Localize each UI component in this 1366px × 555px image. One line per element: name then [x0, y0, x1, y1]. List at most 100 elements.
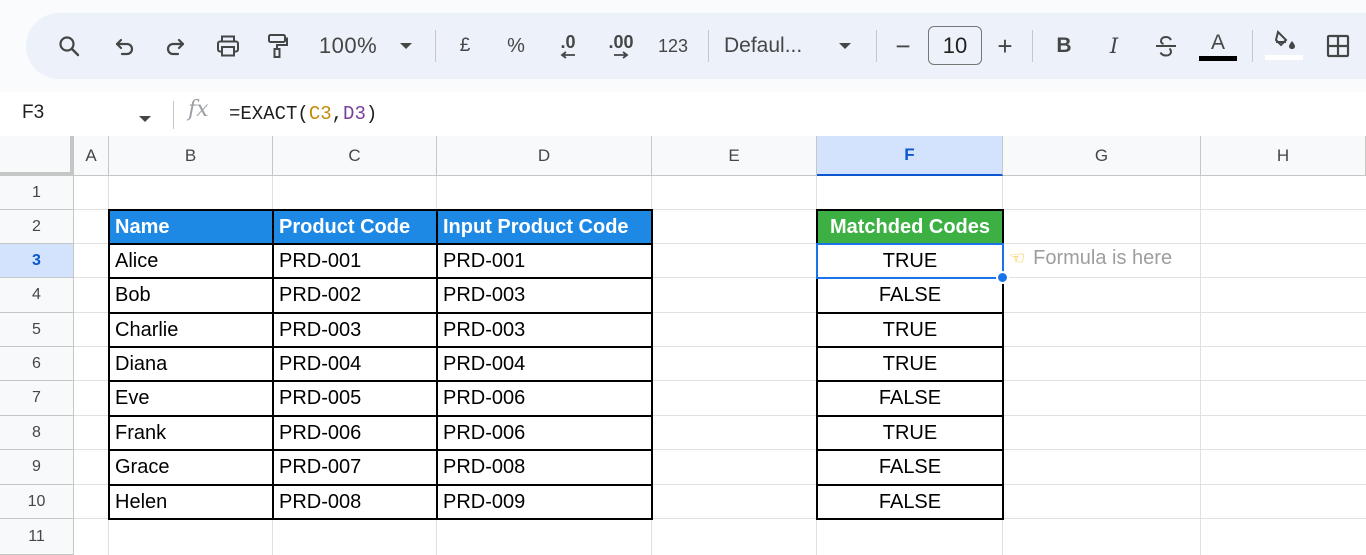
row-header-9[interactable]: 9: [0, 450, 74, 485]
table-cell[interactable]: PRD-003: [273, 313, 437, 347]
table-cell[interactable]: Alice: [109, 244, 273, 278]
table-cell[interactable]: Eve: [109, 381, 273, 416]
increase-decimal-label: .00: [608, 32, 634, 52]
result-cell[interactable]: TRUE: [817, 313, 1003, 347]
paint-format-icon[interactable]: [260, 28, 294, 64]
column-header-f[interactable]: F: [817, 136, 1003, 176]
result-cell[interactable]: TRUE: [817, 244, 1003, 278]
spreadsheet-grid[interactable]: A B C D E F G H 1 2 3 4 5 6 7 8 9 10 11 Name Product Code Inp…: [0, 136, 1366, 555]
decrease-font-size-button[interactable]: −: [888, 30, 918, 62]
table-cell[interactable]: PRD-003: [437, 278, 652, 313]
undo-icon[interactable]: [108, 30, 142, 62]
italic-button[interactable]: I: [1098, 30, 1130, 62]
result-cell[interactable]: TRUE: [817, 416, 1003, 450]
table-cell[interactable]: PRD-004: [273, 347, 437, 381]
search-icon[interactable]: [52, 30, 86, 62]
row-header-10[interactable]: 10: [0, 485, 74, 519]
table-cell[interactable]: Helen: [109, 485, 273, 519]
column-header-e[interactable]: E: [652, 136, 817, 176]
column-header-g[interactable]: G: [1003, 136, 1201, 176]
column-header-c[interactable]: C: [273, 136, 437, 176]
fill-handle[interactable]: [996, 271, 1009, 284]
font-family-select[interactable]: Defaul...: [724, 30, 824, 62]
result-header-cell[interactable]: Matchded Codes: [817, 210, 1003, 244]
table-cell[interactable]: PRD-008: [437, 450, 652, 485]
result-divider: [817, 312, 1003, 314]
result-cell[interactable]: FALSE: [817, 381, 1003, 416]
table-cell[interactable]: PRD-002: [273, 278, 437, 313]
grid-line-vertical: [1200, 176, 1201, 555]
fill-color-icon[interactable]: [1264, 26, 1304, 64]
table-cell[interactable]: Frank: [109, 416, 273, 450]
formula-bar-divider: [173, 101, 174, 129]
column-header-d[interactable]: D: [437, 136, 652, 176]
name-box[interactable]: F3: [22, 102, 44, 124]
toolbar-divider: [876, 30, 877, 62]
result-cell[interactable]: FALSE: [817, 450, 1003, 485]
formula-note-text: Formula is here: [1033, 247, 1173, 269]
column-header-a[interactable]: A: [74, 136, 109, 176]
row-header-4[interactable]: 4: [0, 278, 74, 313]
formula-ref-d3: D3: [343, 103, 366, 125]
increase-decimal-button[interactable]: .00: [600, 26, 642, 66]
table-cell[interactable]: Diana: [109, 347, 273, 381]
font-size-input[interactable]: 10: [928, 26, 982, 65]
print-icon[interactable]: [210, 30, 246, 62]
result-cell[interactable]: FALSE: [817, 278, 1003, 313]
table-cell[interactable]: PRD-004: [437, 347, 652, 381]
zoom-value[interactable]: 100%: [312, 30, 384, 62]
chevron-down-icon[interactable]: [138, 110, 152, 128]
text-color-button[interactable]: A: [1198, 28, 1238, 64]
number-format-button[interactable]: 123: [652, 30, 694, 62]
row-header-8[interactable]: 8: [0, 416, 74, 450]
table-cell[interactable]: Grace: [109, 450, 273, 485]
text-color-letter: A: [1210, 30, 1225, 54]
redo-icon[interactable]: [158, 30, 192, 62]
table-cell[interactable]: Bob: [109, 278, 273, 313]
borders-icon[interactable]: [1320, 30, 1356, 62]
table-cell[interactable]: PRD-003: [437, 313, 652, 347]
currency-button[interactable]: £: [450, 30, 480, 62]
pointing-hand-icon: ☜: [1009, 248, 1026, 268]
table-cell[interactable]: PRD-008: [273, 485, 437, 519]
decrease-decimal-button[interactable]: .0: [548, 26, 588, 66]
table-cell[interactable]: PRD-007: [273, 450, 437, 485]
row-header-2[interactable]: 2: [0, 210, 74, 244]
table-cell[interactable]: PRD-001: [273, 244, 437, 278]
row-header-7[interactable]: 7: [0, 381, 74, 416]
table-header-cell[interactable]: Input Product Code: [437, 210, 652, 244]
table-cell[interactable]: PRD-006: [437, 381, 652, 416]
result-cell[interactable]: FALSE: [817, 485, 1003, 519]
table-cell[interactable]: PRD-009: [437, 485, 652, 519]
formula-input[interactable]: =EXACT(C3,D3): [229, 103, 377, 125]
row-header-11[interactable]: 11: [0, 519, 74, 555]
table-cell[interactable]: PRD-001: [437, 244, 652, 278]
table-divider: [109, 243, 652, 245]
table-cell[interactable]: PRD-006: [437, 416, 652, 450]
percent-button[interactable]: %: [500, 30, 532, 62]
formula-prefix: =EXACT(: [229, 103, 309, 125]
table-header-cell[interactable]: Product Code: [273, 210, 437, 244]
result-divider: [817, 415, 1003, 417]
row-header-3[interactable]: 3: [0, 244, 74, 278]
arrow-left-icon: [560, 51, 575, 59]
toolbar-divider: [435, 30, 436, 62]
table-header-cell[interactable]: Name: [109, 210, 273, 244]
strikethrough-icon[interactable]: [1148, 30, 1184, 62]
increase-font-size-button[interactable]: +: [990, 30, 1020, 62]
formula-note: ☜ Formula is here: [1009, 247, 1172, 270]
column-header-b[interactable]: B: [109, 136, 273, 176]
chevron-down-icon[interactable]: [394, 30, 418, 62]
table-cell[interactable]: PRD-006: [273, 416, 437, 450]
column-header-h[interactable]: H: [1201, 136, 1366, 176]
chevron-down-icon[interactable]: [833, 30, 857, 62]
row-header-6[interactable]: 6: [0, 347, 74, 381]
select-all-corner[interactable]: [0, 136, 74, 176]
table-cell[interactable]: Charlie: [109, 313, 273, 347]
table-cell[interactable]: PRD-005: [273, 381, 437, 416]
result-cell[interactable]: TRUE: [817, 347, 1003, 381]
bold-button[interactable]: B: [1048, 30, 1080, 62]
row-header-1[interactable]: 1: [0, 176, 74, 210]
row-header-5[interactable]: 5: [0, 313, 74, 347]
table-divider: [109, 484, 652, 486]
